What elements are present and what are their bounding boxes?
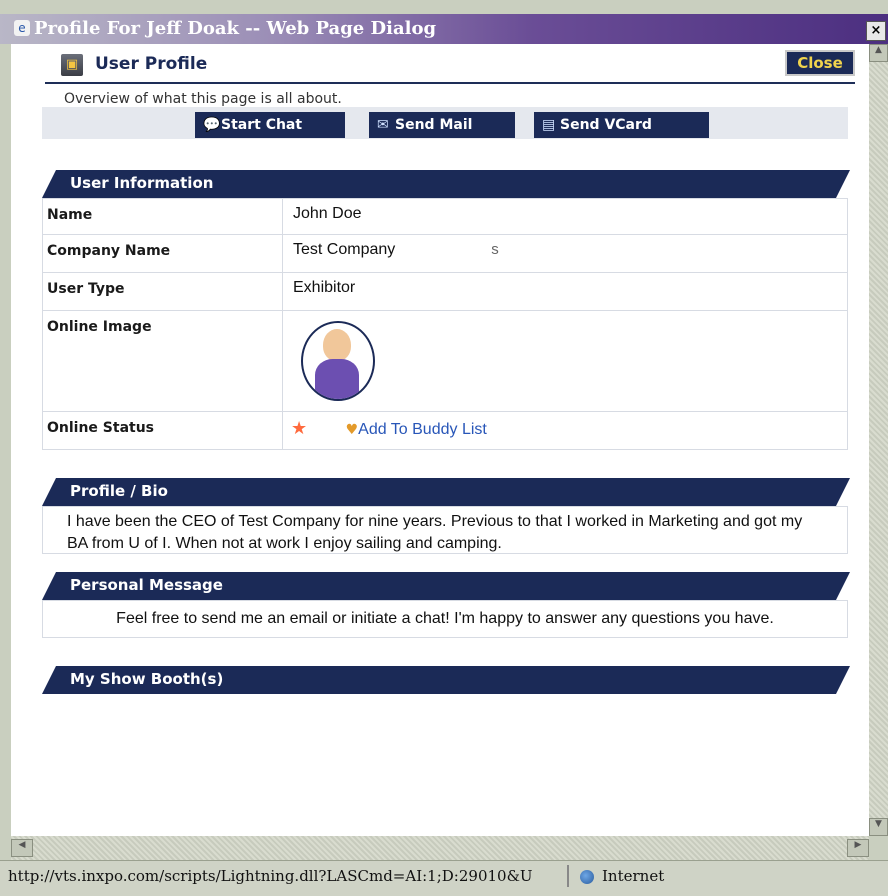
section-title: My Show Booth(s) [70, 670, 224, 688]
name-label: Name [42, 198, 283, 235]
profile-bio-header: Profile / Bio [42, 478, 850, 506]
company-value: Test Company [289, 241, 400, 259]
personal-message-text: Feel free to send me an email or initiat… [42, 600, 848, 638]
send-vcard-label: Send VCard [560, 117, 652, 133]
user-type-label: User Type [42, 272, 283, 311]
profile-icon: ▣ [61, 54, 83, 76]
page-title: User Profile [95, 54, 208, 74]
bio-text: I have been the CEO of Test Company for … [42, 506, 848, 554]
blank-area [33, 694, 381, 768]
dialog-window: e Profile For Jeff Doak -- Web Page Dial… [0, 0, 888, 896]
mail-icon: ✉ [377, 117, 389, 133]
close-button[interactable]: Close [785, 50, 855, 76]
company-label: Company Name [42, 234, 283, 273]
section-title: Profile / Bio [70, 482, 168, 500]
avatar [301, 321, 375, 401]
user-info-table: Name John Doe Company Name Test Company s… [42, 198, 848, 450]
send-vcard-button[interactable]: ▤ Send VCard [534, 112, 709, 138]
section-title: User Information [70, 174, 214, 192]
online-status-label: Online Status [42, 411, 283, 450]
overview-text: Overview of what this page is all about. [64, 91, 342, 107]
show-booths-header: My Show Booth(s) [42, 666, 850, 694]
start-chat-label: Start Chat [221, 117, 303, 133]
name-value: John Doe [289, 205, 366, 223]
window-close-button[interactable]: × [866, 21, 886, 41]
scroll-down-arrow[interactable]: ▼ [869, 818, 888, 836]
company-residue: s [491, 241, 499, 258]
horizontal-scrollbar[interactable]: ◀ ▶ [11, 836, 869, 860]
star-icon: ★ [291, 418, 308, 439]
globe-icon [580, 870, 594, 884]
start-chat-button[interactable]: 💬Start Chat [195, 112, 345, 138]
table-row: Name John Doe [42, 198, 848, 235]
status-url: http://vts.inxpo.com/scripts/Lightning.d… [8, 867, 533, 885]
scroll-right-arrow[interactable]: ▶ [847, 839, 869, 857]
vcard-icon: ▤ [542, 117, 556, 133]
status-bar: http://vts.inxpo.com/scripts/Lightning.d… [0, 860, 888, 896]
table-row: User Type Exhibitor [42, 272, 848, 311]
security-zone: Internet [602, 867, 665, 885]
personal-message-header: Personal Message [42, 572, 850, 600]
user-type-value: Exhibitor [289, 279, 360, 297]
action-bar: 💬Start Chat ✉ Send Mail ▤ Send VCard [42, 107, 848, 139]
table-row: Online Image [42, 310, 848, 412]
profile-header: ▣ User Profile Close [45, 48, 855, 84]
chat-icon: 💬 [203, 117, 221, 133]
vertical-scrollbar[interactable]: ▲ ▼ [869, 44, 888, 836]
send-mail-label: Send Mail [395, 117, 473, 133]
user-information-header: User Information [42, 170, 850, 198]
online-image-label: Online Image [42, 310, 283, 412]
buddy-icon: ♥ [345, 422, 359, 438]
title-bar: e Profile For Jeff Doak -- Web Page Dial… [0, 14, 888, 44]
ie-dialog-icon: e [14, 20, 30, 36]
window-title: Profile For Jeff Doak -- Web Page Dialog [34, 18, 437, 39]
scroll-up-arrow[interactable]: ▲ [869, 44, 888, 62]
send-mail-button[interactable]: ✉ Send Mail [369, 112, 515, 138]
table-row: Company Name Test Company s [42, 234, 848, 273]
content-area: ▣ User Profile Close Overview of what th… [11, 44, 869, 836]
table-row: Online Status ★ ♥Add To Buddy List [42, 411, 848, 450]
add-to-buddy-list-link[interactable]: Add To Buddy List [358, 421, 487, 438]
section-title: Personal Message [70, 576, 223, 594]
scroll-left-arrow[interactable]: ◀ [11, 839, 33, 857]
